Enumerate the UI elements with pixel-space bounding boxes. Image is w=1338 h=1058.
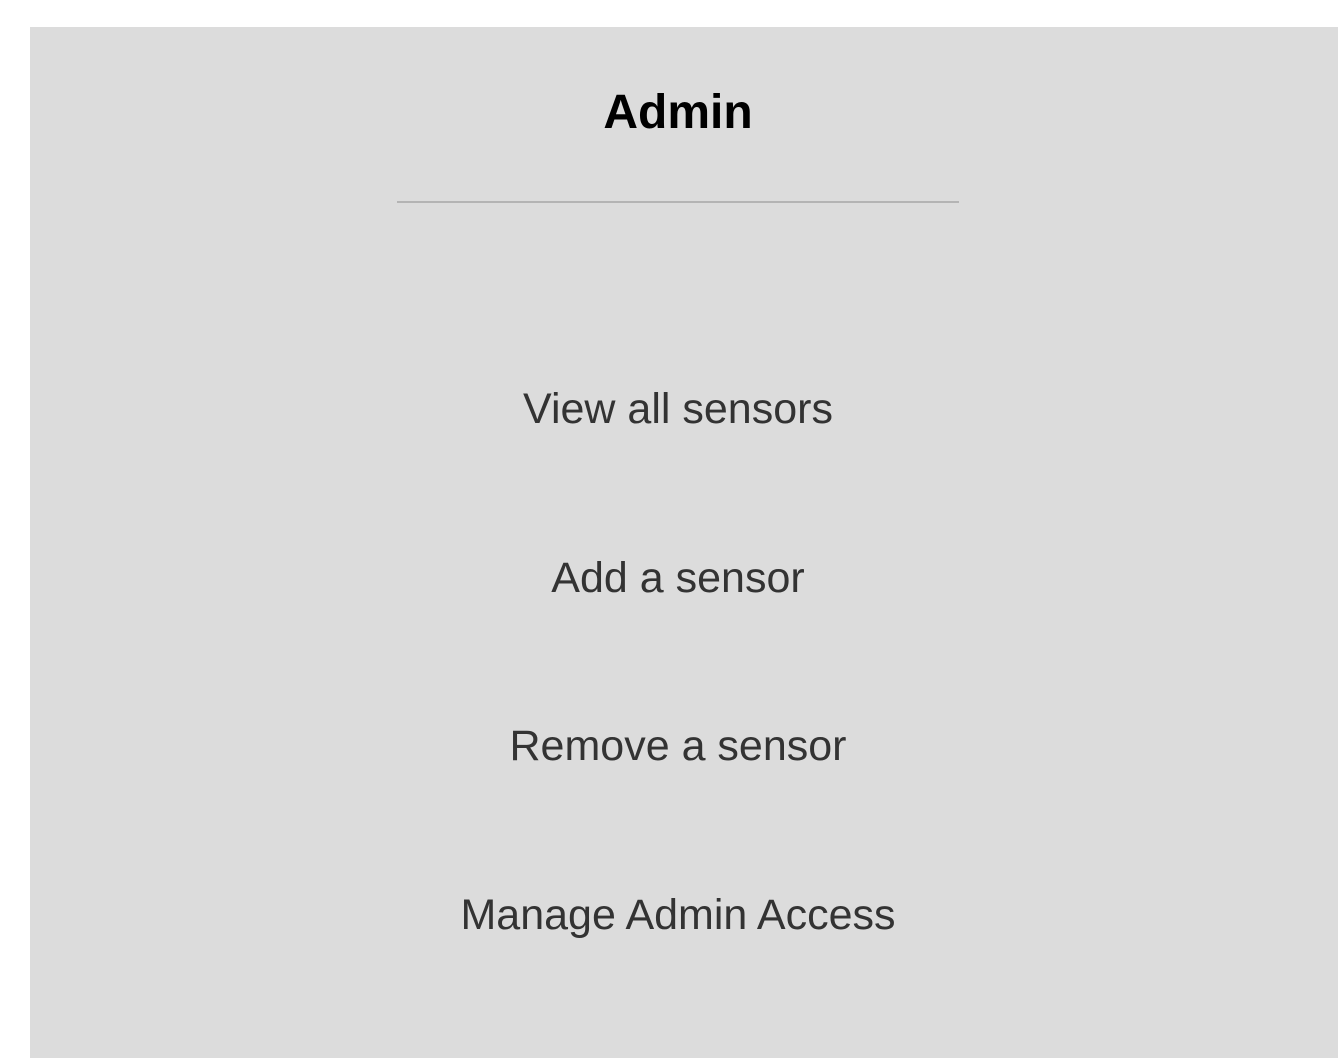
page-title: Admin bbox=[603, 86, 753, 139]
manage-admin-access-link[interactable]: Manage Admin Access bbox=[30, 888, 1326, 942]
admin-panel: Admin View all sensors Add a sensor Remo… bbox=[30, 27, 1338, 1058]
view-all-sensors-link[interactable]: View all sensors bbox=[30, 382, 1326, 436]
add-sensor-link[interactable]: Add a sensor bbox=[30, 551, 1326, 605]
title-divider bbox=[397, 201, 959, 203]
remove-sensor-link[interactable]: Remove a sensor bbox=[30, 719, 1326, 773]
